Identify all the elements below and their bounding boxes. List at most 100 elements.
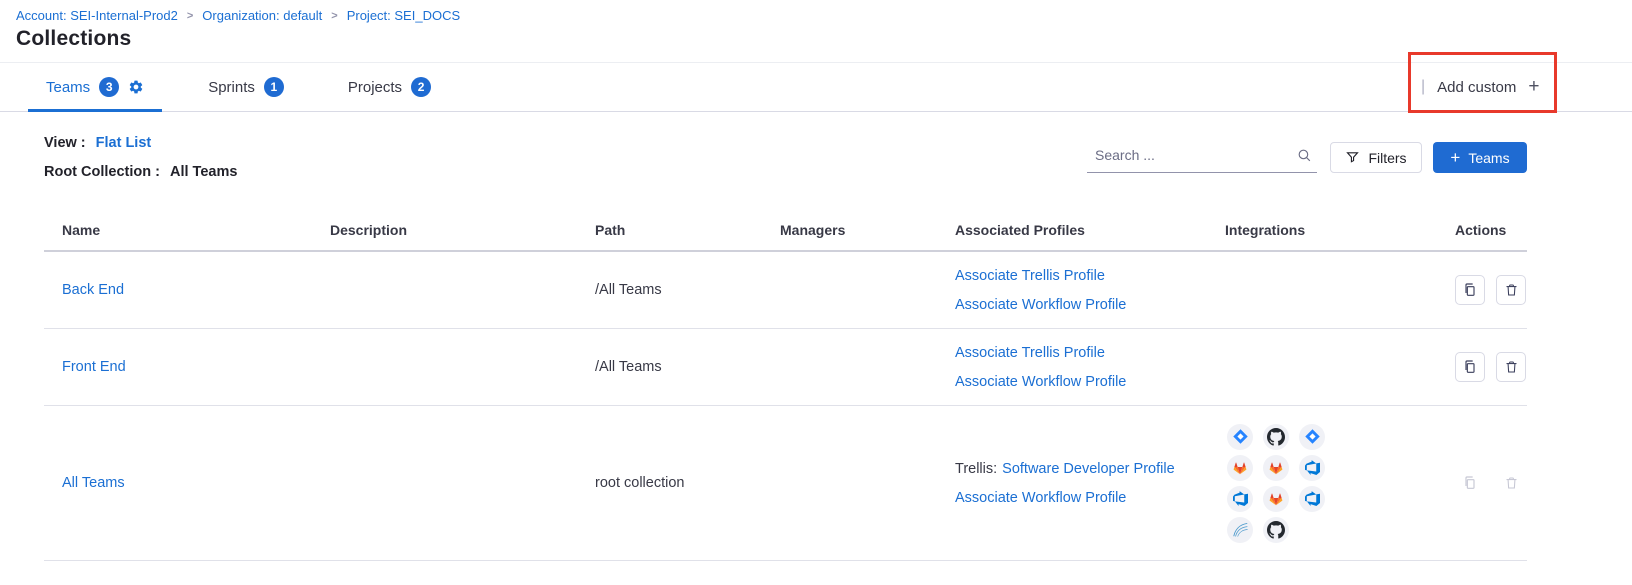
profile-link[interactable]: Associate Workflow Profile — [955, 490, 1126, 506]
chevron-right-icon: > — [187, 10, 193, 22]
add-custom-button[interactable]: | Add custom + — [1421, 62, 1539, 112]
copy-collection-button — [1455, 468, 1485, 498]
name-cell: Front End — [44, 359, 330, 375]
plus-icon: + — [1450, 149, 1460, 166]
trash-icon — [1504, 282, 1519, 298]
associated-profiles-cell: Associate Trellis Profile Associate Workf… — [955, 345, 1225, 390]
funnel-icon — [1345, 150, 1360, 165]
profile-line: Associate Trellis Profile — [955, 268, 1126, 284]
table-header: NameDescriptionPathManagersAssociated Pr… — [44, 210, 1527, 252]
name-cell: All Teams — [44, 475, 330, 491]
tab-bar: Teams 3 Sprints 1 Projects2 — [0, 62, 1632, 112]
copy-collection-button[interactable] — [1455, 352, 1485, 382]
tab-label: Teams — [46, 79, 90, 96]
add-teams-button[interactable]: + Teams — [1433, 142, 1527, 173]
github-integration-icon — [1263, 517, 1289, 543]
search-icon[interactable] — [1296, 147, 1317, 168]
collection-name-link[interactable]: All Teams — [62, 475, 125, 491]
column-header: Integrations — [1225, 222, 1455, 238]
tab-label: Sprints — [208, 79, 255, 96]
profile-line: Associate Workflow Profile — [955, 374, 1126, 390]
profile-link[interactable]: Associate Workflow Profile — [955, 297, 1126, 313]
jira-integration-icon — [1227, 424, 1253, 450]
tab-count-badge: 1 — [264, 77, 284, 97]
view-value-link[interactable]: Flat List — [96, 135, 152, 151]
profile-link[interactable]: Associate Trellis Profile — [955, 268, 1105, 284]
root-collection-value: All Teams — [170, 164, 237, 180]
column-header: Name — [44, 222, 330, 238]
profile-prefix: Trellis: — [955, 461, 997, 477]
add-custom-label: Add custom — [1437, 79, 1516, 96]
copy-icon — [1462, 475, 1478, 491]
column-header: Path — [595, 222, 780, 238]
tab-count-badge: 2 — [411, 77, 431, 97]
profile-line: Trellis: Software Developer Profile — [955, 461, 1175, 477]
delete-collection-button — [1496, 468, 1526, 498]
jira-integration-icon — [1299, 424, 1325, 450]
breadcrumb-link[interactable]: Account: SEI-Internal-Prod2 — [16, 8, 178, 23]
gitlab-integration-icon — [1263, 486, 1289, 512]
actions-cell — [1455, 352, 1539, 382]
profile-link[interactable]: Associate Trellis Profile — [955, 345, 1105, 361]
copy-collection-button[interactable] — [1455, 275, 1485, 305]
collection-name-link[interactable]: Front End — [62, 359, 126, 375]
integrations-grid — [1225, 424, 1325, 543]
azure-devops-integration-icon — [1299, 486, 1325, 512]
tab-projects[interactable]: Projects2 — [330, 63, 449, 111]
path-cell: root collection — [595, 475, 780, 491]
name-cell: Back End — [44, 282, 330, 298]
actions-cell — [1455, 468, 1539, 498]
plus-icon: + — [1528, 76, 1539, 98]
gitlab-integration-icon — [1263, 455, 1289, 481]
integrations-cell — [1225, 424, 1455, 543]
breadcrumb-link[interactable]: Organization: default — [202, 8, 322, 23]
column-header: Managers — [780, 222, 955, 238]
tab-list: Teams 3 Sprints 1 Projects2 — [28, 63, 449, 111]
column-header: Actions — [1455, 222, 1530, 238]
profile-line: Associate Trellis Profile — [955, 345, 1126, 361]
view-label: View : — [44, 135, 86, 151]
profile-link[interactable]: Software Developer Profile — [1002, 461, 1174, 477]
sonarqube-integration-icon — [1227, 517, 1253, 543]
search-box — [1087, 142, 1317, 173]
root-collection-label: Root Collection : — [44, 164, 160, 180]
tab-sprints[interactable]: Sprints 1 — [190, 63, 302, 111]
copy-icon — [1462, 359, 1478, 375]
filters-button[interactable]: Filters — [1330, 142, 1422, 173]
collections-table: NameDescriptionPathManagersAssociated Pr… — [44, 210, 1527, 561]
azure-devops-integration-icon — [1227, 486, 1253, 512]
profile-line: Associate Workflow Profile — [955, 297, 1126, 313]
azure-devops-integration-icon — [1299, 455, 1325, 481]
filters-label: Filters — [1368, 150, 1406, 166]
view-row: View : Flat List — [44, 135, 151, 151]
vertical-divider: | — [1421, 78, 1425, 96]
page-title: Collections — [16, 27, 131, 51]
gitlab-integration-icon — [1227, 455, 1253, 481]
path-cell: /All Teams — [595, 359, 780, 375]
table-row: Back End/All Teams Associate Trellis Prof… — [44, 252, 1527, 329]
tab-teams[interactable]: Teams 3 — [28, 63, 162, 111]
path-cell: /All Teams — [595, 282, 780, 298]
associated-profiles-cell: Associate Trellis Profile Associate Workf… — [955, 268, 1225, 313]
table-row: Front End/All Teams Associate Trellis Pro… — [44, 329, 1527, 406]
column-header: Associated Profiles — [955, 222, 1225, 238]
teams-button-label: Teams — [1468, 150, 1509, 166]
table-row: All Teams root collection Trellis: Software… — [44, 406, 1527, 561]
trash-icon — [1504, 359, 1519, 375]
github-integration-icon — [1263, 424, 1289, 450]
trash-icon — [1504, 475, 1519, 491]
table-body: Back End/All Teams Associate Trellis Prof… — [44, 252, 1527, 561]
breadcrumb-link[interactable]: Project: SEI_DOCS — [347, 8, 460, 23]
gear-icon[interactable] — [128, 79, 144, 95]
search-input[interactable] — [1087, 147, 1296, 167]
collection-name-link[interactable]: Back End — [62, 282, 124, 298]
associated-profiles-cell: Trellis: Software Developer Profile Associ… — [955, 461, 1225, 506]
profile-line: Associate Workflow Profile — [955, 490, 1175, 506]
root-collection-row: Root Collection : All Teams — [44, 164, 237, 180]
tab-count-badge: 3 — [99, 77, 119, 97]
delete-collection-button[interactable] — [1496, 275, 1526, 305]
copy-icon — [1462, 282, 1478, 298]
column-header: Description — [330, 222, 595, 238]
profile-link[interactable]: Associate Workflow Profile — [955, 374, 1126, 390]
delete-collection-button[interactable] — [1496, 352, 1526, 382]
